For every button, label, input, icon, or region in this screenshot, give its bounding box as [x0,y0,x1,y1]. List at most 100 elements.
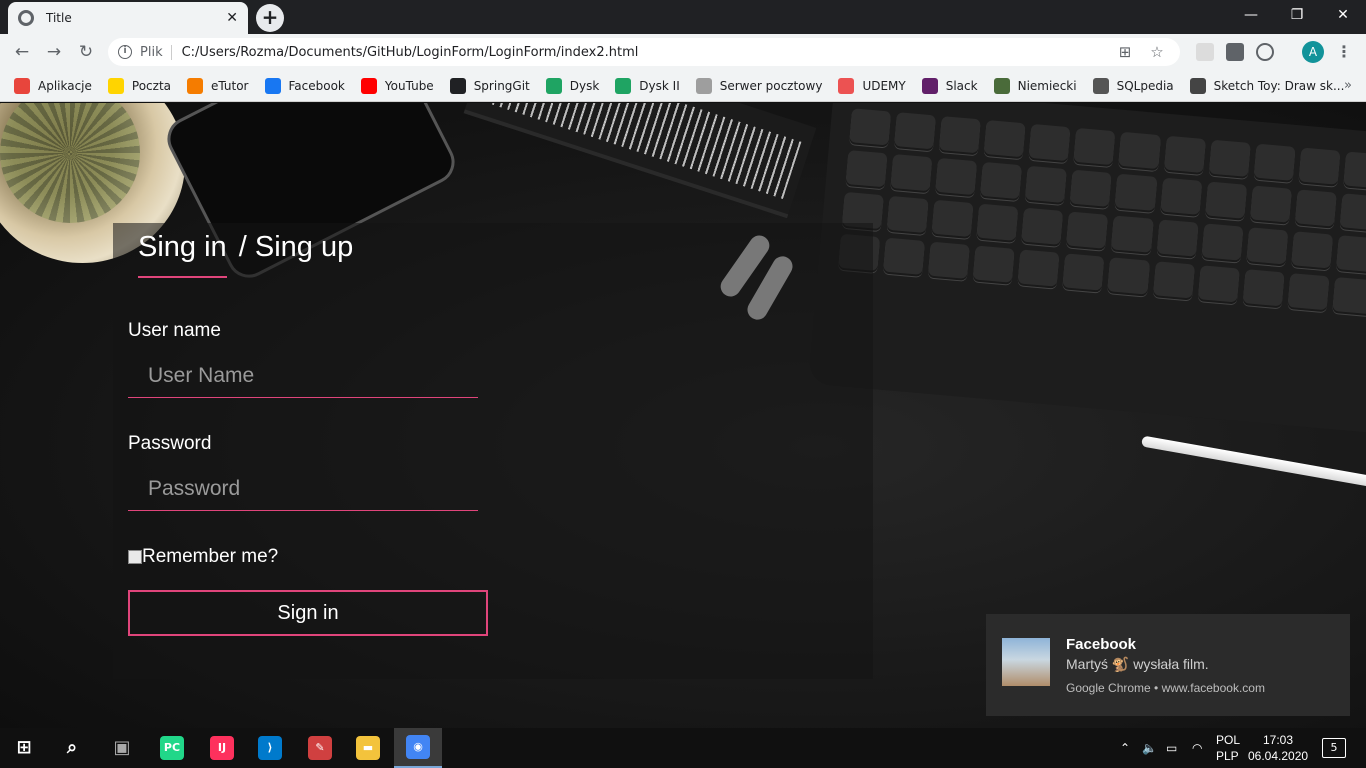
bookmark-item[interactable]: eTutor [187,77,249,94]
language-code: POL [1216,733,1241,747]
close-window-button[interactable]: ✕ [1320,0,1366,30]
bookmark-label: Poczta [131,78,172,93]
keyboard-key [1028,123,1071,164]
back-button[interactable]: ← [10,40,34,64]
niemiecki-icon [993,77,1010,94]
tab-sign-in[interactable]: Sing in [138,231,227,278]
taskbar-item[interactable]: ▬ [344,728,392,768]
keyboard-key [1069,169,1113,209]
profile-avatar[interactable]: A [1302,41,1324,63]
close-tab-icon[interactable]: ✕ [226,10,238,26]
password-input[interactable] [128,467,478,511]
chrome-icon: ◉ [406,735,430,759]
keyboard-key [1114,173,1157,213]
keyboard-key [1152,261,1195,301]
bookmark-item[interactable]: YouTube [360,77,434,94]
bookmark-label: Serwer pocztowy [719,78,823,93]
bookmark-item[interactable]: Niemiecki [993,77,1077,94]
battery-icon[interactable]: ▭ [1166,728,1177,768]
bookmark-item[interactable]: Aplikacje [14,77,92,94]
youtube-icon [360,77,377,94]
bookmark-item[interactable]: Poczta [107,77,172,94]
keyboard-key [1253,143,1296,183]
reload-button[interactable]: ↻ [74,40,98,64]
taskbar-item[interactable]: ⟩ [246,728,294,768]
sign-in-button[interactable]: Sign in [128,590,488,636]
keyboard-key [1204,181,1247,221]
vscode-icon: ⟩ [258,736,282,760]
bookmarks-bar: Aplikacje Poczta eTutor Facebook YouTube Spri… [0,70,1366,102]
drive-icon [615,77,632,94]
bookmark-label: eTutor [211,78,249,93]
keyboard-image [808,103,1366,438]
chevron-up-icon[interactable]: ⌃ [1120,728,1130,768]
remember-me-row: Remember me? [128,546,278,568]
notification-thumbnail [1002,638,1050,686]
keyboard-key [883,237,926,277]
taskbar-item[interactable]: ▣ [98,728,146,768]
notification-toast[interactable]: Facebook Martyś 🐒 wysłała film. Google C… [986,614,1350,716]
bookmark-label: YouTube [384,78,434,93]
minimize-window-button[interactable]: — [1228,0,1274,30]
system-clock[interactable]: 17:03 06.04.2020 [1248,732,1308,764]
apps-grid-icon [14,77,30,94]
wifi-icon[interactable]: ◠ [1192,728,1202,768]
new-tab-button[interactable]: + [256,4,284,32]
extension-icon[interactable] [1256,43,1274,61]
bookmarks-overflow-icon[interactable]: » [1344,78,1352,93]
bookmark-item[interactable]: Facebook [264,77,345,94]
address-bar[interactable]: i Plik C:/Users/Rozma/Documents/GitHub/L… [108,38,1180,66]
taskbar-item[interactable]: ⊞ [0,728,48,768]
action-center-icon[interactable]: 5 [1322,738,1346,758]
keyboard-key [935,157,978,198]
keyboard-key [1073,127,1116,168]
volume-icon[interactable]: 🔈 [1142,728,1157,768]
taskbar-item[interactable]: PC [148,728,196,768]
auth-tabs: Sing in / Sing up [138,231,353,278]
menu-kebab-icon[interactable]: ⋮ [1336,41,1352,63]
tab-sign-up[interactable]: / Sing up [239,231,353,263]
forward-button[interactable]: → [42,40,66,64]
site-info-icon[interactable]: i [118,45,132,59]
translate-icon[interactable]: ⊞ [1116,43,1134,61]
input-language-indicator[interactable]: POL PLP [1216,732,1240,764]
bookmark-item[interactable]: Dysk [545,77,599,94]
remember-me-label: Remember me? [142,546,279,567]
keyboard-key [1343,151,1366,191]
restore-window-button[interactable]: ❐ [1274,0,1320,30]
task-view-icon: ▣ [113,737,131,758]
keyboard-key [1201,223,1244,263]
bookmark-item[interactable]: Slack [921,77,978,94]
taskbar-item[interactable]: ✎ [296,728,344,768]
keyboard-key [886,195,929,236]
keyboard-key [980,161,1023,202]
bookmark-item[interactable]: SQLpedia [1092,77,1174,94]
facebook-extension-icon[interactable] [1226,43,1244,61]
notification-attribution: Google Chrome • www.facebook.com [1066,681,1265,695]
taskbar-item[interactable]: IJ [198,728,246,768]
bookmark-item[interactable]: Dysk II [615,77,680,94]
extension-icon[interactable] [1196,43,1214,61]
remember-me-checkbox[interactable] [128,550,142,564]
keyboard-key [1242,269,1285,309]
slack-icon [921,77,938,94]
keyboard-key [938,116,981,156]
keyboard-key [1290,231,1333,271]
bookmark-item[interactable]: Sketch Toy: Draw sk... [1189,77,1344,94]
notification-body: Martyś 🐒 wysłała film. [1066,656,1209,672]
bookmark-item[interactable]: SpringGit [449,77,530,94]
bookmark-item[interactable]: UDEMY [838,77,906,94]
browser-tab[interactable]: Title ✕ [8,2,248,34]
bookmark-label: Aplikacje [38,78,92,93]
globe-icon [18,10,34,26]
bookmark-star-icon[interactable]: ☆ [1148,43,1166,61]
taskbar-item[interactable]: ◉ [394,728,442,768]
username-input[interactable] [128,354,478,398]
taskbar-item[interactable]: ⌕ [48,728,96,768]
url-text[interactable]: C:/Users/Rozma/Documents/GitHub/LoginFor… [182,45,1116,60]
pycharm-icon: PC [160,736,184,760]
browser-toolbar: ← → ↻ i Plik C:/Users/Rozma/Documents/Gi… [0,34,1366,70]
bookmark-label: UDEMY [862,78,906,93]
bookmark-item[interactable]: Serwer pocztowy [695,77,823,94]
keyboard-key [1163,135,1206,175]
